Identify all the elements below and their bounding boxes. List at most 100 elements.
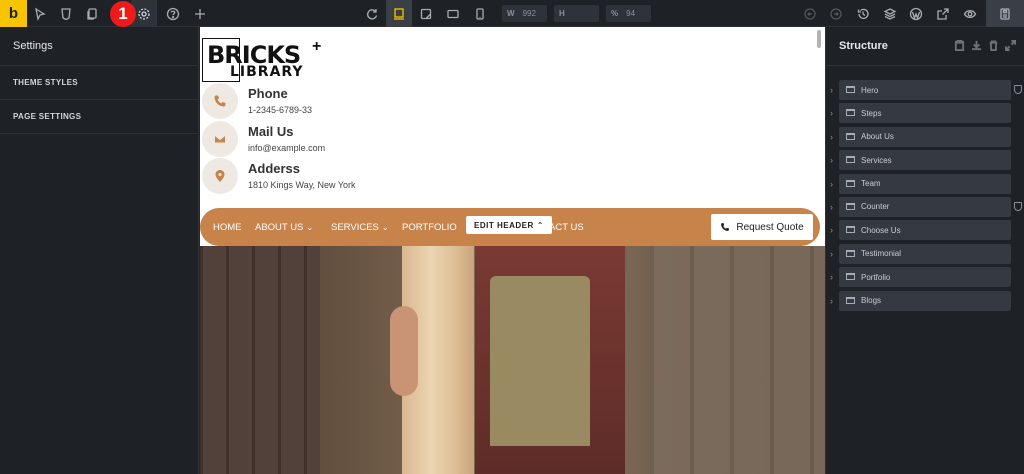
structure-panel: Structure › Hero › Steps › About Us › Services ›… — [825, 27, 1024, 474]
site-logo[interactable]: BRICKS LIBRARY + — [202, 38, 326, 84]
structure-item-box[interactable]: Blogs — [839, 290, 1011, 311]
chevron-right-icon[interactable]: › — [830, 108, 838, 118]
section-icon — [846, 156, 855, 164]
chevron-right-icon[interactable]: › — [830, 202, 838, 212]
structure-item-box[interactable]: Portfolio — [839, 267, 1011, 288]
chevron-right-icon[interactable]: › — [830, 132, 838, 142]
structure-item-label: Testimonial — [861, 249, 902, 259]
canvas-height-field[interactable]: H — [554, 5, 599, 22]
zoom-label: % — [611, 9, 619, 18]
structure-item-label: Portfolio — [861, 272, 891, 282]
chevron-right-icon[interactable]: › — [830, 179, 838, 189]
structure-item-label: Counter — [861, 202, 890, 212]
location-icon — [202, 158, 238, 194]
structure-item[interactable]: › Team — [826, 173, 1024, 196]
section-icon — [846, 249, 855, 257]
structure-item[interactable]: › Blogs — [826, 290, 1024, 313]
structure-item-label: Choose Us — [861, 225, 901, 235]
redo-icon[interactable] — [823, 0, 849, 27]
structure-item-label: Hero — [861, 85, 879, 95]
trash-icon[interactable] — [988, 40, 999, 51]
structure-item[interactable]: › Counter — [826, 196, 1024, 219]
zoom-field[interactable]: % 94 — [606, 5, 651, 22]
nav-portfolio[interactable]: PORTFOLIO — [402, 222, 457, 233]
section-icon — [846, 296, 855, 304]
chevron-right-icon[interactable]: › — [830, 155, 838, 165]
structure-item-box[interactable]: Steps — [839, 103, 1011, 124]
structure-panel-header: Structure — [826, 27, 1024, 66]
chevron-right-icon[interactable]: › — [830, 249, 838, 259]
structure-item[interactable]: › Services — [826, 149, 1024, 172]
chevron-down-icon: ⌄ — [381, 223, 389, 232]
section-icon — [846, 86, 855, 93]
request-quote-label: Request Quote — [736, 221, 804, 233]
structure-item-box[interactable]: Team — [839, 173, 1011, 194]
page-settings-item[interactable]: PAGE SETTINGS — [0, 100, 198, 134]
settings-panel-title: Settings — [0, 27, 198, 66]
add-element-icon[interactable] — [187, 0, 213, 27]
shield-icon — [1014, 201, 1022, 211]
nav-about-us[interactable]: ABOUT US ⌄ — [255, 222, 313, 233]
structure-item-box[interactable]: Hero — [839, 80, 1011, 100]
edit-header-button[interactable]: EDIT HEADER ⌃ — [466, 216, 552, 234]
save-icon[interactable] — [986, 0, 1024, 27]
history-icon[interactable] — [850, 0, 876, 27]
nav-services-label: SERVICES — [331, 222, 379, 233]
hero-arm — [390, 306, 418, 396]
contact-text: 1810 Kings Way, New York — [248, 180, 356, 190]
pages-icon[interactable] — [79, 0, 105, 27]
structure-item-box[interactable]: Choose Us — [839, 220, 1011, 241]
canvas-scrollbar[interactable] — [817, 30, 821, 48]
nav-services[interactable]: SERVICES ⌄ — [331, 222, 389, 233]
bricks-logo[interactable]: b — [0, 0, 27, 27]
structure-item-box[interactable]: Services — [839, 150, 1011, 171]
structure-item-box[interactable]: About Us — [839, 126, 1011, 147]
chevron-right-icon[interactable]: › — [830, 85, 838, 95]
structure-item[interactable]: › Hero — [826, 79, 1024, 102]
external-link-icon[interactable] — [930, 0, 956, 27]
structure-item[interactable]: › Testimonial — [826, 243, 1024, 266]
contact-title: Adderss — [248, 161, 301, 176]
section-icon — [846, 273, 855, 281]
structure-item-label: Steps — [861, 108, 882, 118]
zoom-value: 94 — [626, 9, 636, 18]
download-icon[interactable] — [971, 40, 982, 51]
structure-item[interactable]: › Portfolio — [826, 266, 1024, 289]
logo-text-bottom: LIBRARY — [230, 64, 304, 80]
nav-contact-us[interactable]: ACT US — [549, 222, 584, 233]
structure-item-box[interactable]: Counter — [839, 196, 1011, 217]
structure-item[interactable]: › Steps — [826, 102, 1024, 125]
hero-image — [200, 246, 825, 474]
expand-icon[interactable] — [1005, 40, 1016, 51]
refresh-icon[interactable] — [359, 0, 385, 27]
structure-item-box[interactable]: Testimonial — [839, 243, 1011, 264]
wordpress-icon[interactable] — [903, 0, 929, 27]
nav-home[interactable]: HOME — [213, 222, 242, 233]
theme-styles-item[interactable]: THEME STYLES — [0, 66, 198, 100]
canvas-width-field[interactable]: W 992 — [502, 5, 547, 22]
section-icon — [846, 226, 855, 234]
structure-item[interactable]: › About Us — [826, 126, 1024, 149]
preview-eye-icon[interactable] — [957, 0, 983, 27]
structure-item[interactable]: › Choose Us — [826, 219, 1024, 242]
undo-icon[interactable] — [797, 0, 823, 27]
desktop-breakpoint-icon[interactable] — [386, 0, 412, 27]
logo-plus: + — [312, 38, 322, 55]
contact-mail: Mail Us info@example.com — [200, 121, 460, 159]
chevron-right-icon[interactable]: › — [830, 272, 838, 282]
section-icon — [846, 132, 855, 140]
templates-layers-icon[interactable] — [877, 0, 903, 27]
mobile-icon[interactable] — [467, 0, 493, 27]
builder-canvas[interactable]: BRICKS LIBRARY + Phone 1-2345-6789-33 Ma… — [200, 27, 825, 474]
shield-icon — [1014, 85, 1022, 94]
chevron-right-icon[interactable]: › — [830, 225, 838, 235]
select-cursor-icon[interactable] — [27, 0, 53, 27]
tablet-landscape-icon[interactable] — [413, 0, 439, 27]
help-icon[interactable] — [160, 0, 186, 27]
structure-item-label: About Us — [861, 132, 894, 142]
chevron-right-icon[interactable]: › — [830, 296, 838, 306]
request-quote-button[interactable]: Request Quote — [711, 214, 813, 240]
clipboard-icon[interactable] — [954, 40, 965, 51]
tablet-portrait-icon[interactable] — [440, 0, 466, 27]
css-shield-icon[interactable] — [53, 0, 79, 27]
